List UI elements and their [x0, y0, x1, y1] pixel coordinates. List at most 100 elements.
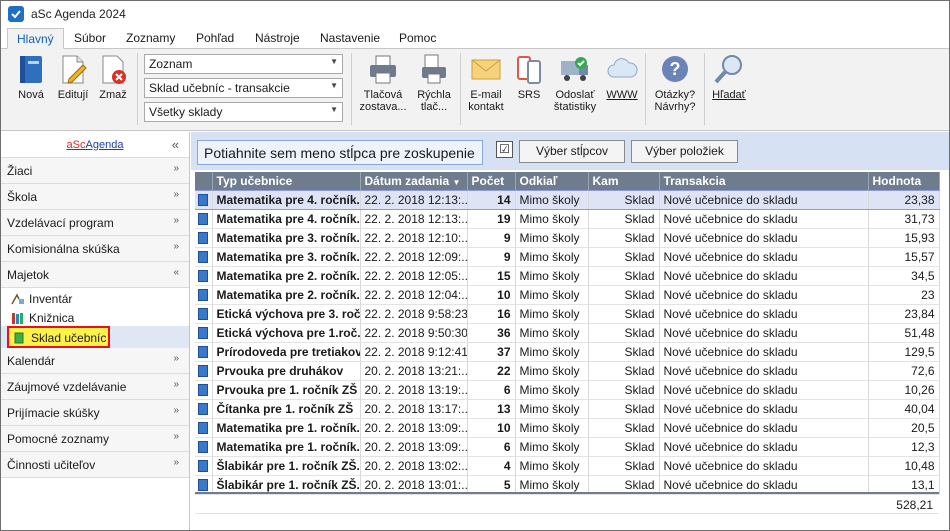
row-indicator[interactable] — [195, 342, 213, 362]
sidebar-section-komisionalna-skuska[interactable]: Komisionálna skúška» — [1, 236, 189, 262]
tab-nastavenie[interactable]: Nastavenie — [311, 28, 389, 49]
sidebar-section-skola[interactable]: Škola» — [1, 184, 189, 210]
send-statistics-button[interactable]: Odoslať štatistiky — [550, 53, 600, 113]
search-button[interactable]: Hľadať — [709, 53, 749, 101]
cell-transakcia: Nové učebnice do skladu — [659, 361, 869, 381]
row-indicator[interactable] — [195, 399, 213, 419]
row-indicator[interactable] — [195, 380, 213, 400]
table-row[interactable]: Matematika pre 1. ročník... 20. 2. 2018 1… — [195, 437, 940, 457]
collapse-sidebar-icon[interactable]: « — [172, 137, 179, 152]
asc-agenda-link[interactable]: aScAgenda — [67, 139, 124, 151]
dropdown-arrow-icon: ▼ — [330, 57, 338, 66]
tab-pohlad[interactable]: Pohľad — [187, 28, 243, 49]
sidebar-item-kniznica[interactable]: Knižnica — [1, 307, 189, 326]
column-header-hodnota[interactable]: Hodnota — [868, 172, 940, 190]
document-icon — [198, 308, 209, 321]
warehouse-filter-dropdown[interactable]: Všetky sklady ▼ — [144, 102, 343, 122]
data-source-dropdown[interactable]: Sklad učebníc - transakcie ▼ — [144, 78, 343, 98]
table-row[interactable]: Matematika pre 2. ročník... 22. 2. 2018 1… — [195, 266, 940, 286]
cell-pocet: 19 — [467, 209, 516, 229]
row-indicator[interactable] — [195, 323, 213, 343]
cell-pocet: 9 — [467, 247, 516, 267]
cloud-icon — [606, 53, 638, 85]
cell-typ-ucebnice: Matematika pre 2. ročník... — [212, 285, 361, 305]
cell-typ-ucebnice: Matematika pre 1. ročník... — [212, 437, 361, 457]
column-header-transakcia[interactable]: Transakcia — [659, 172, 869, 190]
row-indicator[interactable] — [195, 437, 213, 457]
table-row[interactable]: Etická výchova pre 1.roč... 22. 2. 2018 9… — [195, 323, 940, 343]
cell-transakcia: Nové učebnice do skladu — [659, 437, 869, 457]
table-row[interactable]: Matematika pre 1. ročník... 20. 2. 2018 1… — [195, 418, 940, 438]
sidebar-section-zaujmove-vzdelavanie[interactable]: Záujmové vzdelávanie» — [1, 374, 189, 400]
row-indicator[interactable] — [195, 266, 213, 286]
tab-pomoc[interactable]: Pomoc — [390, 28, 445, 49]
cell-pocet: 13 — [467, 399, 516, 419]
filter-checkbox[interactable]: ☑ — [496, 141, 513, 158]
tab-hlavny[interactable]: Hlavný — [7, 28, 64, 49]
row-indicator[interactable] — [195, 304, 213, 324]
edit-button[interactable]: Editují — [55, 53, 91, 101]
group-by-drop-area[interactable]: Potiahnite sem meno stĺpca pre zoskupeni… — [197, 140, 483, 165]
quick-print-button[interactable]: Rýchla tlač... — [413, 53, 455, 113]
row-indicator[interactable] — [195, 247, 213, 267]
row-indicator[interactable] — [195, 418, 213, 438]
print-report-button[interactable]: Tlačová zostava... — [357, 53, 409, 113]
row-indicator[interactable] — [195, 361, 213, 381]
new-button[interactable]: Nová — [13, 53, 49, 101]
sidebar-section-cinnosti-ucitelov[interactable]: Činnosti učiteľov» — [1, 452, 189, 478]
sidebar-section-prijimacie-skusky[interactable]: Prijímacie skúšky» — [1, 400, 189, 426]
email-contact-button[interactable]: E-mail kontakt — [465, 53, 507, 113]
srs-button[interactable]: SRS — [511, 53, 547, 101]
table-row[interactable]: Matematika pre 4. ročník... 22. 2. 2018 1… — [195, 209, 940, 229]
chevron-down-icon: » — [173, 379, 179, 390]
sidebar-section-ziaci[interactable]: Žiaci» — [1, 158, 189, 184]
cell-odkial: Mimo školy — [515, 228, 589, 248]
tab-zoznamy[interactable]: Zoznamy — [117, 28, 184, 49]
tab-nastroje[interactable]: Nástroje — [246, 28, 309, 49]
cell-hodnota: 15,57 — [868, 247, 940, 267]
table-row[interactable]: Matematika pre 2. ročník... 22. 2. 2018 1… — [195, 285, 940, 305]
cell-hodnota: 34,5 — [868, 266, 940, 286]
document-icon — [198, 346, 209, 359]
column-header-odkial[interactable]: Odkiaľ — [515, 172, 589, 190]
table-row[interactable]: Matematika pre 4. ročník... 22. 2. 2018 1… — [195, 189, 940, 210]
select-items-button[interactable]: Výber položiek — [631, 140, 738, 163]
sidebar-item-inventar[interactable]: Inventár — [1, 288, 189, 307]
select-columns-button[interactable]: Výber stĺpcov — [519, 140, 625, 163]
view-mode-dropdown[interactable]: Zoznam ▼ — [144, 54, 343, 74]
row-indicator[interactable] — [195, 456, 213, 476]
sidebar-section-vzdelavaci-program[interactable]: Vzdelávací program» — [1, 210, 189, 236]
delete-button[interactable]: Zmaž — [95, 53, 131, 101]
table-row[interactable]: Prvouka pre druhákov 20. 2. 2018 13:21:..… — [195, 361, 940, 381]
cell-typ-ucebnice: Čítanka pre 1. ročník ZŠ — [212, 399, 361, 419]
cell-hodnota: 31,73 — [868, 209, 940, 229]
row-indicator[interactable] — [195, 285, 213, 305]
window-title: aSc Agenda 2024 — [31, 7, 126, 21]
column-header-pocet[interactable]: Počet — [467, 172, 516, 190]
cell-pocet: 37 — [467, 342, 516, 362]
row-indicator[interactable] — [195, 189, 213, 210]
table-row[interactable]: Matematika pre 3. ročník... 22. 2. 2018 1… — [195, 247, 940, 267]
sidebar-section-majetok[interactable]: Majetok « — [1, 262, 189, 288]
table-row[interactable]: Šlabikár pre 1. ročník ZŠ... 20. 2. 2018 … — [195, 456, 940, 476]
questions-suggestions-button[interactable]: ? Otázky? Návrhy? — [651, 53, 699, 113]
table-row[interactable]: Etická výchova pre 3. roč... 22. 2. 2018 … — [195, 304, 940, 324]
column-header-kam[interactable]: Kam — [588, 172, 660, 190]
table-row[interactable]: Prírodoveda pre tretiakov 22. 2. 2018 9:1… — [195, 342, 940, 362]
table-row[interactable]: Prvouka pre 1. ročník ZŠ 20. 2. 2018 13:1… — [195, 380, 940, 400]
row-indicator[interactable] — [195, 209, 213, 229]
cell-pocet: 9 — [467, 228, 516, 248]
tab-subor[interactable]: Súbor — [65, 28, 115, 49]
sidebar-item-sklad-ucebnic[interactable]: Sklad učebníc — [1, 326, 189, 348]
cell-kam: Sklad — [588, 266, 660, 286]
sidebar-section-kalendar[interactable]: Kalendár» — [1, 348, 189, 374]
row-indicator[interactable] — [195, 228, 213, 248]
cell-hodnota: 51,48 — [868, 323, 940, 343]
cell-transakcia: Nové učebnice do skladu — [659, 323, 869, 343]
www-button[interactable]: WWW — [604, 53, 640, 101]
column-header-typ-ucebnice[interactable]: Typ učebnice — [212, 172, 361, 190]
sidebar-section-pomocne-zoznamy[interactable]: Pomocné zoznamy» — [1, 426, 189, 452]
column-header-datum-zadania[interactable]: Dátum zadania ▼ — [360, 172, 468, 190]
table-row[interactable]: Čítanka pre 1. ročník ZŠ 20. 2. 2018 13:1… — [195, 399, 940, 419]
table-row[interactable]: Matematika pre 3. ročník... 22. 2. 2018 1… — [195, 228, 940, 248]
